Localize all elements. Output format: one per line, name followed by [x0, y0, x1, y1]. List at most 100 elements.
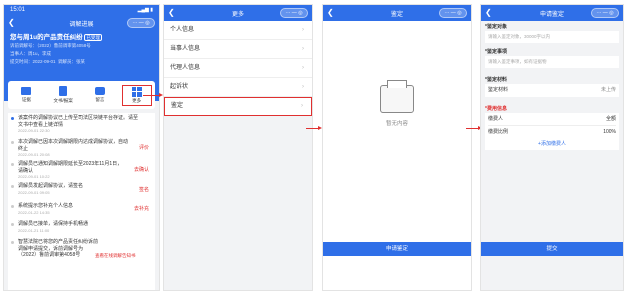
menu-list: 个人信息 › 当事人信息 › 代理人信息 › 起诉状 › 鉴定 ›	[164, 21, 312, 116]
ratio-label: 缴费比例	[488, 129, 509, 135]
phone-more: ❮ 更多 ··· — ◎ 个人信息 › 当事人信息 › 代理人信息 › 起诉状 › 鉴定…	[163, 4, 313, 291]
signal-icon: ▂▄▆ ▮	[137, 7, 153, 13]
section-target: *鉴定对象	[485, 24, 507, 30]
flow-arrow	[466, 126, 482, 130]
empty-box-icon	[380, 80, 414, 113]
timeline-dot	[11, 223, 14, 226]
timeline-dot	[11, 185, 14, 188]
payer-value: 全额	[605, 116, 616, 122]
case-number: 诉前调解号：（2022）鲁前调审第4058号	[10, 43, 91, 48]
matter-input[interactable]: 请输入鉴定事项，如有证据物	[485, 56, 619, 68]
mini-program-capsule[interactable]: ··· — ◎	[280, 8, 308, 18]
sign-link[interactable]: 签名	[139, 187, 149, 194]
ratio-value: 100%	[603, 129, 616, 135]
ratio-row: 缴费比例 100%	[488, 126, 616, 139]
timeline-date: 2022-09-01 20:08	[18, 152, 50, 157]
flow-arrow	[306, 126, 322, 130]
apply-form: *鉴定对象 请输入鉴定对象，30000字以内 *鉴定事项 请输入鉴定事项，如有证…	[481, 21, 623, 150]
timeline-dot	[11, 117, 14, 120]
timeline-text: 调解员已通知调解期限延长至2023年11月1日，请确认	[18, 161, 123, 174]
notice-link[interactable]: 查看在线调解告知书	[95, 253, 151, 260]
icon-label: 更多	[132, 97, 142, 103]
menu-item-complaint[interactable]: 起诉状 ›	[164, 78, 312, 97]
timeline-dot	[11, 141, 14, 144]
menu-item-agent[interactable]: 代理人信息 ›	[164, 59, 312, 78]
mediator-name: 调解员：张某	[58, 59, 86, 64]
confirm-link[interactable]: 去确认	[134, 167, 149, 174]
menu-item-personal[interactable]: 个人信息 ›	[164, 21, 312, 40]
mini-program-capsule[interactable]: ··· — ◎	[439, 8, 467, 18]
timeline-dot	[11, 241, 14, 244]
payer-row[interactable]: 缴费人 全额	[488, 113, 616, 126]
add-payer-link[interactable]: +添加缴费人	[488, 139, 616, 150]
empty-state: 暂无内容	[323, 80, 471, 127]
target-input[interactable]: 请输入鉴定对象，30000字以内	[485, 31, 619, 43]
evidence-button[interactable]: 证据	[11, 87, 41, 103]
chevron-right-icon: ›	[301, 103, 303, 109]
timeline-dot	[11, 163, 14, 166]
material-label: 鉴定材料	[488, 87, 509, 93]
timeline: 该案件的调解协议已上传至司法区块链平台存证。请至文书中查看上链详情 2022-09…	[8, 113, 155, 290]
section-material: *鉴定材料	[485, 77, 507, 83]
message-button[interactable]: 留言	[85, 87, 115, 103]
icon-label: 文书/报案	[53, 98, 73, 103]
supplement-link[interactable]: 去补充	[134, 206, 149, 213]
chevron-right-icon: ›	[302, 65, 304, 71]
status-time: 15:01	[10, 7, 26, 13]
timeline-item: 调解员已通知调解期限延长至2023年11月1日，请确认 2022-09-01 10…	[11, 161, 151, 183]
case-title: 您与周1u的产品责任纠纷	[10, 34, 83, 41]
icon-label: 留言	[95, 97, 105, 102]
submit-time: 提交时间：2022-09-01	[10, 59, 56, 64]
payer-label: 缴费人	[488, 116, 504, 122]
empty-text: 暂无内容	[385, 121, 408, 127]
timeline-date: 2022-01-21 11:00	[18, 227, 50, 233]
flow-arrow	[143, 93, 163, 97]
material-status: 未上传	[600, 87, 616, 93]
timeline-date: 2022-09-01 10:22	[18, 174, 50, 179]
phone-appraisal-list: ❮ 鉴定 ··· — ◎ 暂无内容 申请鉴定	[322, 4, 472, 291]
section-fee: *费用信息	[485, 106, 507, 112]
menu-item-party[interactable]: 当事人信息 ›	[164, 40, 312, 59]
function-icons: 证据 文书/报案 留言 更多	[8, 81, 155, 109]
mini-program-capsule[interactable]: ··· — ◎	[127, 18, 155, 28]
chat-icon	[94, 87, 105, 95]
timeline-date: 2022-09-01 09:05	[18, 189, 50, 195]
submit-button[interactable]: 提交	[481, 242, 623, 256]
case-parties: 当事人：周1u，李成	[10, 51, 52, 56]
nav-bar: ❮ 调解进展 ··· — ◎	[4, 15, 159, 31]
document-icon	[59, 86, 68, 96]
nav-bar: ❮ 鉴定 ··· — ◎	[323, 5, 471, 21]
section-matter: *鉴定事项	[485, 49, 507, 55]
timeline-dot	[11, 205, 14, 208]
timeline-item: 本次调解已因本次调解期限内达成调解协议，自动终止 2022-09-01 20:08…	[11, 139, 151, 161]
case-info: 您与周1u的产品责任纠纷 已受理 诉前调解号：（2022）鲁前调审第4058号 …	[4, 31, 159, 69]
mini-program-capsule[interactable]: ··· — ◎	[591, 8, 619, 18]
apply-header: ❮ 申请鉴定 ··· — ◎	[481, 5, 623, 21]
material-row[interactable]: 鉴定材料 未上传	[485, 84, 619, 97]
nav-bar: ❮ 申请鉴定 ··· — ◎	[481, 5, 623, 21]
rate-link[interactable]: 评价	[139, 145, 149, 152]
timeline-text: 智慧法院已将您的产品责任纠纷诉前调解申请提交，诉前调解号为（2022）鲁前调审第…	[18, 239, 99, 258]
chevron-right-icon: ›	[302, 27, 304, 33]
chevron-right-icon: ›	[302, 84, 304, 90]
grid-icon	[131, 86, 142, 97]
phone-mediation-progress: 15:01 ▂▄▆ ▮ ❮ 调解进展 ··· — ◎ 您与周1u的产品责任纠纷 …	[3, 4, 160, 291]
timeline-text: 本次调解已因本次调解期限内达成调解协议，自动终止	[18, 139, 129, 152]
chevron-right-icon: ›	[302, 46, 304, 52]
appraisal-header: ❮ 鉴定 ··· — ◎	[323, 5, 471, 21]
timeline-item: 调解员已接单，请保持手机畅通 2022-01-21 11:00	[11, 221, 151, 239]
timeline-date: 2022-09-01 22:30	[18, 128, 50, 133]
fee-card: 缴费人 全额 缴费比例 100% +添加缴费人	[485, 113, 619, 150]
timeline-date: 2022-01-22 14:35	[18, 209, 50, 215]
status-bar: 15:01 ▂▄▆ ▮	[4, 5, 159, 15]
status-badge: 已受理	[84, 34, 102, 41]
timeline-item: 调解员发起调解协议，请签名 2022-09-01 09:05 签名	[11, 183, 151, 203]
timeline-item: 智慧法院已将您的产品责任纠纷诉前调解申请提交，诉前调解号为（2022）鲁前调审第…	[11, 239, 151, 273]
documents-button[interactable]: 文书/报案	[48, 86, 78, 104]
folder-icon	[21, 87, 32, 95]
timeline-text: 该案件的调解协议已上传至司法区块链平台存证。请至文书中查看上链详情	[18, 115, 139, 128]
apply-appraisal-button[interactable]: 申请鉴定	[323, 242, 471, 256]
icon-label: 证据	[21, 97, 31, 102]
timeline-item: 该案件的调解协议已上传至司法区块链平台存证。请至文书中查看上链详情 2022-09…	[11, 115, 151, 139]
menu-item-appraisal[interactable]: 鉴定 ›	[164, 97, 312, 116]
